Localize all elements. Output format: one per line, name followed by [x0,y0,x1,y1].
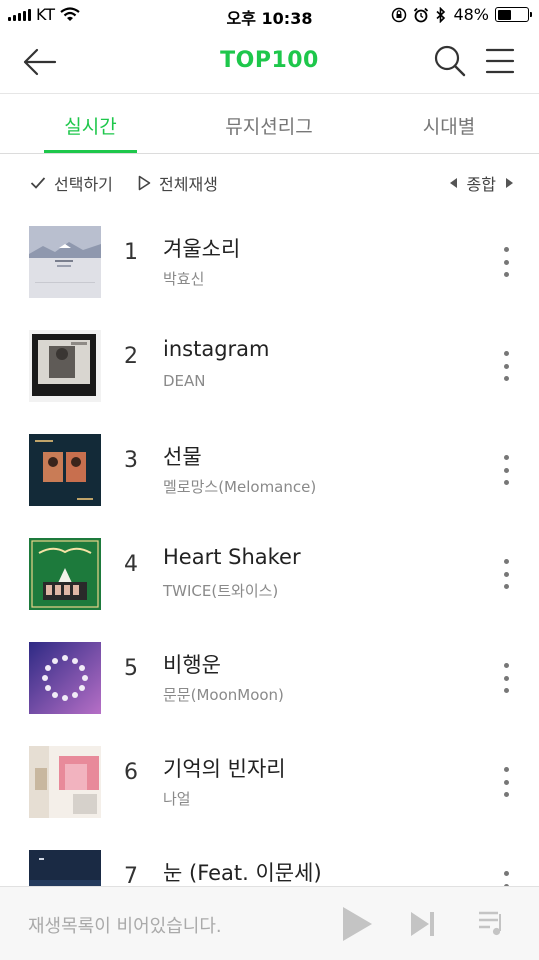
album-art[interactable] [29,538,101,610]
album-art[interactable] [29,434,101,506]
rank-number: 1 [124,240,138,265]
album-art[interactable] [29,746,101,818]
artist-name[interactable]: 박효신 [163,268,204,289]
chart-list: 1 겨울소리 박효신 2 instagram DEAN 3 선물 멜로망스(Me… [0,220,539,886]
battery-icon [495,7,532,22]
artist-name[interactable]: 나얼 [163,788,191,809]
select-button[interactable]: 선택하기 [30,171,113,195]
song-title[interactable]: 눈 (Feat. 이문세) [163,857,322,886]
song-title[interactable]: 겨울소리 [163,233,240,263]
sort-next-icon[interactable] [506,178,513,188]
artist-name[interactable]: 문문(MoonMoon) [163,684,284,705]
tab-musician-league[interactable]: 뮤지션리그 [206,112,332,139]
song-title[interactable]: 기억의 빈자리 [163,753,286,783]
tab-by-era[interactable]: 시대별 [400,112,498,139]
more-options-icon[interactable] [498,767,514,797]
more-options-icon[interactable] [498,247,514,277]
tab-bar: 실시간 뮤지션리그 시대별 [0,94,539,154]
mini-player: 재생목록이 비어있습니다. [0,886,539,960]
rank-number: 6 [124,760,138,785]
artist-name[interactable]: DEAN [163,372,206,390]
checkmark-icon [30,177,46,189]
chart-row[interactable]: 1 겨울소리 박효신 [0,220,539,324]
tab-realtime[interactable]: 실시간 [44,112,137,139]
rank-number: 2 [124,344,138,369]
hamburger-menu-icon[interactable] [485,46,515,76]
song-title[interactable]: 비행운 [163,649,221,679]
song-title[interactable]: instagram [163,337,269,361]
more-options-icon[interactable] [498,871,514,886]
chart-row[interactable]: 6 기억의 빈자리 나얼 [0,740,539,844]
chart-row[interactable]: 5 비행운 문문(MoonMoon) [0,636,539,740]
more-options-icon[interactable] [498,559,514,589]
album-art[interactable] [29,850,101,886]
active-tab-indicator [44,150,137,153]
song-title[interactable]: 선물 [163,441,202,471]
artist-name[interactable]: 멜로망스(Melomance) [163,476,316,497]
rank-number: 3 [124,448,138,473]
battery-percent: 48% [453,5,489,24]
rotation-lock-icon [392,7,407,22]
skip-next-icon[interactable] [410,911,436,937]
sort-selector[interactable]: 종합 [449,171,513,195]
alarm-icon [414,7,429,22]
select-label: 선택하기 [54,175,113,194]
play-icon[interactable] [340,905,374,943]
chart-row[interactable]: 4 Heart Shaker TWICE(트와이스) [0,532,539,636]
rank-number: 7 [124,864,138,886]
rank-number: 4 [124,552,138,577]
chart-toolbar: 선택하기 전체재생 종합 [0,163,539,201]
play-outline-icon [138,175,151,191]
chart-row[interactable]: 7 눈 (Feat. 이문세) [0,844,539,886]
search-icon[interactable] [433,44,467,78]
sort-prev-icon[interactable] [449,178,457,188]
status-bar: KT 오후 10:38 48% [0,0,539,30]
album-art[interactable] [29,330,101,402]
bluetooth-icon [436,6,446,23]
chart-row[interactable]: 3 선물 멜로망스(Melomance) [0,428,539,532]
play-all-label: 전체재생 [159,175,218,194]
status-right: 48% [391,5,532,24]
sort-label: 종합 [466,175,496,194]
app-header: TOP100 [0,30,539,94]
more-options-icon[interactable] [498,663,514,693]
more-options-icon[interactable] [498,351,514,381]
album-art[interactable] [29,642,101,714]
play-all-button[interactable]: 전체재생 [138,171,218,195]
album-art[interactable] [29,226,101,298]
playlist-empty-message: 재생목록이 비어있습니다. [28,916,222,937]
more-options-icon[interactable] [498,455,514,485]
playlist-icon[interactable] [478,909,506,937]
chart-row[interactable]: 2 instagram DEAN [0,324,539,428]
battery-level [497,9,512,20]
artist-name[interactable]: TWICE(트와이스) [163,580,278,601]
song-title[interactable]: Heart Shaker [163,545,301,569]
rank-number: 5 [124,656,138,681]
